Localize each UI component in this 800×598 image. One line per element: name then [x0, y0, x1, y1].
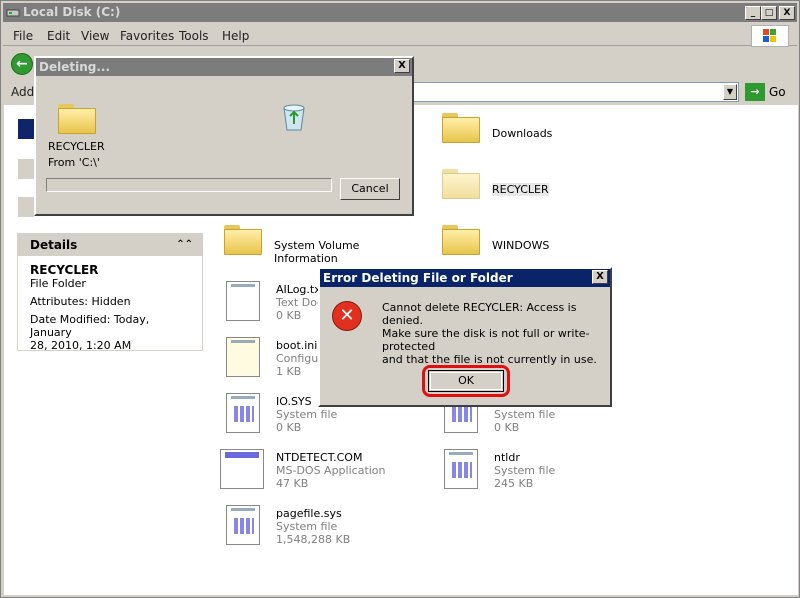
file-type: System file	[276, 408, 338, 421]
file-name: IO.SYS	[276, 395, 312, 408]
deleting-dialog: Deleting... X RECYCLER From 'C:\' Cancel	[34, 56, 414, 216]
list-item[interactable]: System Volume Information	[224, 225, 424, 273]
error-message: Cannot delete RECYCLER: Access is denied…	[382, 301, 577, 327]
deleting-dialog-titlebar[interactable]: Deleting... X	[36, 58, 412, 76]
error-dialog: Error Deleting File or Folder X ✕ Cannot…	[318, 267, 612, 407]
folder-icon	[224, 225, 262, 255]
file-name: ntldr	[494, 451, 520, 464]
list-item[interactable]: pagefile.sys System file 1,548,288 KB	[226, 505, 426, 553]
file-size: 0 KB	[276, 421, 302, 434]
menu-favorites[interactable]: Favorites	[120, 29, 174, 43]
file-name: WINDOWS	[492, 239, 550, 252]
go-arrow-icon[interactable]: →	[745, 83, 765, 101]
folder-icon	[442, 225, 480, 255]
details-panel: Details ⌃⌃ RECYCLER File Folder Attribut…	[17, 233, 203, 352]
file-type: MS-DOS Application	[276, 464, 386, 477]
file-type: System file	[276, 520, 338, 533]
file-name: System Volume Information	[274, 239, 360, 265]
text-document-icon	[226, 281, 260, 321]
file-size: 245 KB	[494, 477, 534, 490]
system-file-icon	[226, 505, 260, 545]
task-panel-header-stub[interactable]	[18, 119, 34, 139]
window-title: Local Disk (C:)	[23, 5, 121, 19]
file-size: 1 KB	[276, 365, 302, 378]
task-panel-header-stub[interactable]	[18, 159, 34, 179]
details-attributes: Attributes: Hidden	[30, 295, 131, 308]
system-file-icon	[226, 393, 260, 433]
list-item[interactable]: ntldr System file 245 KB	[444, 449, 644, 497]
file-size: 1,548,288 KB	[276, 533, 351, 546]
back-button[interactable]: ←	[11, 53, 33, 75]
folder-icon	[442, 169, 480, 199]
close-icon[interactable]: X	[592, 270, 608, 284]
list-item[interactable]: WINDOWS	[442, 225, 642, 273]
minimize-button[interactable]: _	[745, 6, 761, 20]
error-detail: Make sure the disk is not full or write-…	[382, 327, 610, 366]
list-item[interactable]: Downloads	[442, 113, 642, 161]
deleting-dialog-title: Deleting...	[39, 60, 111, 74]
folder-icon	[58, 104, 96, 134]
drive-icon	[6, 9, 20, 17]
error-detail-line: Make sure the disk is not full or write-…	[382, 327, 590, 353]
details-date: Date Modified: Today, January	[30, 313, 150, 339]
file-name: Downloads	[492, 127, 553, 140]
windows-logo-icon	[751, 25, 789, 47]
deleting-item-source: From 'C:\'	[48, 156, 100, 169]
file-size: 0 KB	[276, 309, 302, 322]
details-date-cont: 28, 2010, 1:20 AM	[30, 339, 132, 352]
progress-bar	[46, 178, 332, 192]
system-file-icon	[444, 449, 478, 489]
details-name: RECYCLER	[30, 263, 99, 277]
error-dialog-titlebar[interactable]: Error Deleting File or Folder X	[320, 269, 610, 287]
menu-view[interactable]: View	[81, 29, 109, 43]
deleting-item-name: RECYCLER	[48, 140, 105, 153]
list-item[interactable]: RECYCLER	[442, 169, 642, 217]
collapse-chevron-icon[interactable]: ⌃⌃	[176, 234, 193, 256]
file-name: pagefile.sys	[276, 507, 342, 520]
menu-file[interactable]: File	[13, 29, 33, 43]
config-settings-icon	[226, 337, 260, 377]
error-icon: ✕	[332, 301, 362, 331]
menu-edit[interactable]: Edit	[47, 29, 70, 43]
cancel-button[interactable]: Cancel	[340, 178, 400, 200]
recycle-bin-icon	[283, 104, 305, 131]
go-button[interactable]: Go	[769, 85, 786, 99]
error-dialog-title: Error Deleting File or Folder	[323, 271, 513, 285]
ms-dos-application-icon	[220, 449, 264, 489]
address-dropdown-icon[interactable]: ▼	[723, 84, 737, 100]
details-heading: Details	[30, 238, 78, 252]
menu-help[interactable]: Help	[222, 29, 249, 43]
file-name: NTDETECT.COM	[276, 451, 363, 464]
folder-icon	[442, 113, 480, 143]
menu-bar: File Edit View Favorites Tools Help	[3, 24, 797, 47]
list-item[interactable]: NTDETECT.COM MS-DOS Application 47 KB	[220, 449, 420, 497]
menu-tools[interactable]: Tools	[179, 29, 209, 43]
task-panel-header-stub[interactable]	[18, 197, 34, 217]
close-icon[interactable]: X	[394, 59, 410, 73]
details-header[interactable]: Details ⌃⌃	[18, 234, 202, 256]
file-type: System file	[494, 408, 556, 421]
file-size: 47 KB	[276, 477, 309, 490]
window-titlebar[interactable]: Local Disk (C:) _ □ X	[3, 3, 797, 22]
close-button[interactable]: X	[779, 6, 795, 20]
ok-button[interactable]: OK	[428, 370, 504, 392]
file-name: RECYCLER	[492, 183, 549, 196]
file-type: System file	[494, 464, 556, 477]
file-size: 0 KB	[494, 421, 520, 434]
details-type: File Folder	[30, 277, 86, 290]
file-name: boot.ini	[276, 339, 318, 352]
maximize-button[interactable]: □	[761, 6, 777, 20]
